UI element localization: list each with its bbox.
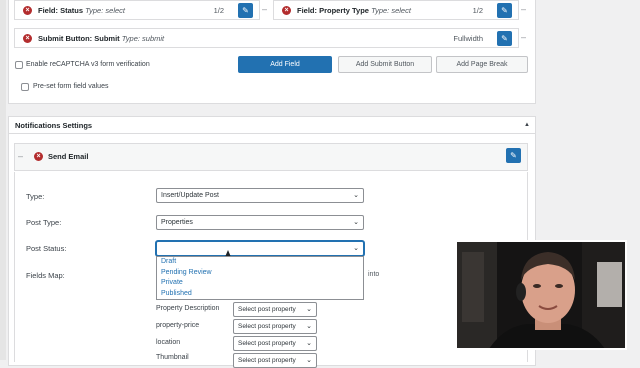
field-width: 1/2	[472, 6, 483, 15]
map-select[interactable]: Select post property ⌄	[233, 336, 317, 351]
post-status-select[interactable]: ⌄	[156, 241, 364, 256]
map-field-name: property-price	[156, 322, 200, 329]
preset-values-label: Pre-set form field values	[33, 83, 109, 90]
field-name-text: Field: Property Type	[297, 6, 369, 15]
edit-icon[interactable]: ✎	[497, 3, 512, 18]
status-option-published[interactable]: Published	[157, 289, 363, 300]
remove-icon[interactable]: ×	[23, 6, 32, 15]
post-type-label: Post Type:	[26, 218, 62, 227]
status-option-private[interactable]: Private	[157, 278, 363, 289]
card-header-divider	[9, 133, 535, 134]
field-type: Type: select	[85, 6, 125, 15]
recaptcha-label: Enable reCAPTCHA v3 form verification	[26, 61, 150, 68]
chevron-down-icon: ⌄	[353, 245, 359, 252]
remove-icon[interactable]: ×	[34, 152, 43, 161]
field-row-status[interactable]: × Field: Status Type: select 1/2 ✎	[14, 0, 260, 20]
chevron-down-icon: ⌄	[306, 323, 312, 330]
field-name-text: Field: Status	[38, 6, 84, 15]
preset-values-checkbox[interactable]	[21, 83, 29, 91]
map-select[interactable]: Select post property ⌄	[233, 302, 317, 317]
chevron-down-icon: ⌄	[353, 192, 359, 199]
map-select[interactable]: Select post property ⌄	[233, 353, 317, 368]
drag-handle-icon[interactable]: –	[519, 0, 528, 20]
status-option-draft[interactable]: Draft	[157, 257, 363, 268]
map-select-value: Select post property	[238, 306, 296, 313]
post-status-label: Post Status:	[26, 244, 67, 253]
chevron-down-icon: ⌄	[306, 306, 312, 313]
chevron-down-icon: ⌄	[306, 340, 312, 347]
collapse-icon[interactable]: ▲	[524, 122, 530, 128]
type-select[interactable]: Insert/Update Post ⌄	[156, 188, 364, 203]
map-select-value: Select post property	[238, 340, 296, 347]
drag-handle-icon[interactable]: –	[16, 147, 25, 167]
fields-map-hint: into	[368, 271, 380, 278]
field-row-submit[interactable]: × Submit Button: Submit Type: submit Ful…	[14, 28, 519, 48]
field-name: Field: Property Type Type: select	[297, 6, 411, 15]
map-select[interactable]: Select post property ⌄	[233, 319, 317, 334]
remove-icon[interactable]: ×	[23, 34, 32, 43]
fields-map-label: Fields Map:	[26, 271, 65, 280]
field-name: Submit Button: Submit Type: submit	[38, 34, 164, 43]
drag-handle-icon[interactable]: –	[519, 28, 528, 48]
presenter-video-frame	[457, 242, 625, 348]
map-select-value: Select post property	[238, 357, 296, 364]
edit-icon[interactable]: ✎	[497, 31, 512, 46]
add-field-button[interactable]: Add Field	[238, 56, 332, 73]
recaptcha-checkbox[interactable]	[15, 61, 23, 69]
presenter-webcam	[455, 240, 627, 350]
edit-icon[interactable]: ✎	[506, 148, 521, 163]
action-title: Send Email	[48, 152, 89, 161]
notifications-title: Notifications Settings	[15, 121, 93, 130]
type-label: Type:	[26, 192, 45, 201]
map-field-name: Property Description	[156, 305, 220, 312]
post-status-dropdown: Draft Pending Review Private Published	[156, 256, 364, 300]
add-page-break-button[interactable]: Add Page Break	[436, 56, 528, 73]
field-name-text: Submit Button: Submit	[38, 34, 120, 43]
status-option-pending-review[interactable]: Pending Review	[157, 268, 363, 279]
post-type-select[interactable]: Properties ⌄	[156, 215, 364, 230]
type-select-value: Insert/Update Post	[161, 192, 219, 199]
field-type: Type: submit	[121, 34, 165, 43]
chevron-down-icon: ⌄	[306, 357, 312, 364]
admin-sidebar-edge	[0, 0, 6, 360]
map-field-name: location	[156, 339, 181, 346]
field-row-property-type[interactable]: × Field: Property Type Type: select 1/2 …	[273, 0, 519, 20]
map-select-value: Select post property	[238, 323, 296, 330]
edit-icon[interactable]: ✎	[238, 3, 253, 18]
field-width: 1/2	[213, 6, 224, 15]
remove-icon[interactable]: ×	[282, 6, 291, 15]
action-header	[14, 143, 528, 171]
field-name: Field: Status Type: select	[38, 6, 125, 15]
drag-handle-icon[interactable]: –	[260, 0, 269, 20]
post-type-select-value: Properties	[161, 219, 193, 226]
field-type: Type: select	[371, 6, 411, 15]
add-submit-button[interactable]: Add Submit Button	[338, 56, 432, 73]
field-width: Fullwidth	[453, 34, 483, 43]
chevron-down-icon: ⌄	[353, 219, 359, 226]
